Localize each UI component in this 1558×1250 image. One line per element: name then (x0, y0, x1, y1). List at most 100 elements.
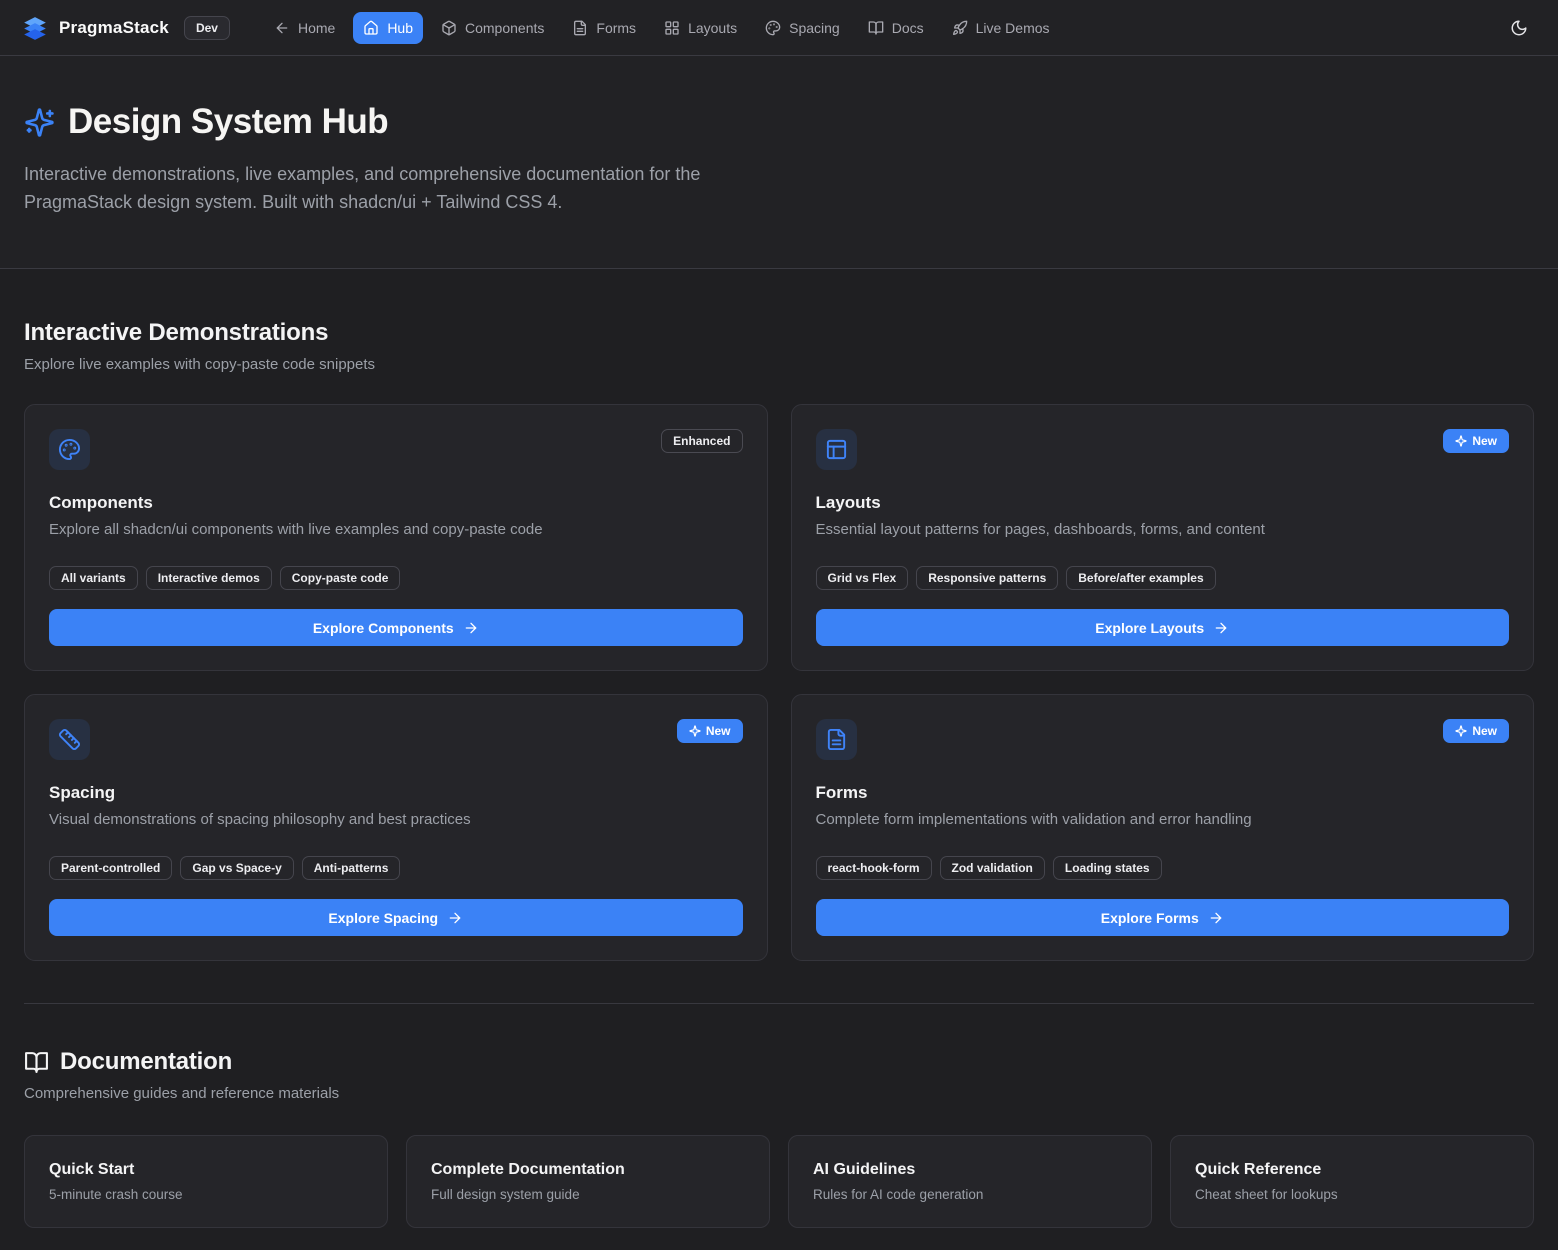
demos-section-head: Interactive Demonstrations Explore live … (24, 269, 1534, 373)
theme-toggle-button[interactable] (1502, 11, 1536, 45)
sparkles-icon (1455, 725, 1467, 737)
doc-card-subtitle: 5-minute crash course (49, 1187, 363, 1202)
nav-item-spacing[interactable]: Spacing (755, 12, 850, 44)
demos-heading: Interactive Demonstrations (24, 319, 328, 347)
doc-card-subtitle: Rules for AI code generation (813, 1187, 1127, 1202)
demo-card-spacing: New Spacing Visual demonstrations of spa… (24, 694, 768, 961)
nav-item-docs[interactable]: Docs (858, 12, 934, 44)
tag: Copy-paste code (280, 566, 401, 590)
sparkles-icon (689, 725, 701, 737)
file-text-icon (572, 20, 588, 36)
tag: Anti-patterns (302, 856, 401, 880)
doc-card-title: Complete Documentation (431, 1161, 745, 1179)
tag: react-hook-form (816, 856, 932, 880)
palette-icon (765, 20, 781, 36)
page-title: Design System Hub (68, 102, 388, 142)
doc-card-subtitle: Full design system guide (431, 1187, 745, 1202)
nav-item-live-demos[interactable]: Live Demos (942, 12, 1060, 44)
rocket-icon (952, 20, 968, 36)
button-label: Explore Spacing (328, 910, 438, 926)
tag: Grid vs Flex (816, 566, 909, 590)
card-title: Forms (816, 783, 1510, 803)
nav-item-components[interactable]: Components (431, 12, 554, 44)
file-text-icon (816, 719, 857, 760)
nav-item-label: Hub (387, 20, 413, 36)
nav-item-home[interactable]: Home (264, 12, 345, 44)
new-badge: New (1443, 719, 1509, 743)
doc-card-title: Quick Start (49, 1161, 363, 1179)
card-description: Complete form implementations with valid… (816, 811, 1510, 828)
sparkles-icon (1455, 435, 1467, 447)
card-title: Spacing (49, 783, 743, 803)
layers-logo-icon (22, 15, 48, 41)
nav-item-label: Docs (892, 20, 924, 36)
card-description: Visual demonstrations of spacing philoso… (49, 811, 743, 828)
badge-label: New (1472, 724, 1497, 738)
arrow-right-icon (1208, 910, 1224, 926)
nav-item-label: Layouts (688, 20, 737, 36)
explore-spacing-button[interactable]: Explore Spacing (49, 899, 743, 936)
arrow-right-icon (1213, 620, 1229, 636)
doc-card-quick-start[interactable]: Quick Start 5-minute crash course (24, 1135, 388, 1228)
arrow-right-icon (463, 620, 479, 636)
hero-section: Design System Hub Interactive demonstrat… (0, 56, 1558, 269)
docs-section-head: Documentation Comprehensive guides and r… (24, 1004, 1534, 1102)
panels-top-left-icon (816, 429, 857, 470)
book-open-icon (868, 20, 884, 36)
demos-subheading: Explore live examples with copy-paste co… (24, 356, 1534, 373)
tag: Responsive patterns (916, 566, 1058, 590)
status-badge: Enhanced (661, 429, 742, 453)
nav-links: Home Hub Components Forms Layouts (264, 12, 1060, 44)
env-badge: Dev (184, 16, 230, 40)
demo-card-layouts: New Layouts Essential layout patterns fo… (791, 404, 1535, 671)
tag: Loading states (1053, 856, 1162, 880)
new-badge: New (1443, 429, 1509, 453)
demo-card-grid: Enhanced Components Explore all shadcn/u… (24, 404, 1534, 961)
explore-forms-button[interactable]: Explore Forms (816, 899, 1510, 936)
docs-subheading: Comprehensive guides and reference mater… (24, 1085, 1534, 1102)
nav-item-layouts[interactable]: Layouts (654, 12, 747, 44)
nav-item-label: Forms (596, 20, 636, 36)
button-label: Explore Components (313, 620, 454, 636)
nav-item-label: Spacing (789, 20, 840, 36)
explore-components-button[interactable]: Explore Components (49, 609, 743, 646)
card-description: Explore all shadcn/ui components with li… (49, 521, 743, 538)
box-icon (441, 20, 457, 36)
doc-card-grid: Quick Start 5-minute crash course Comple… (24, 1135, 1534, 1228)
demo-card-forms: New Forms Complete form implementations … (791, 694, 1535, 961)
doc-card-quick-reference[interactable]: Quick Reference Cheat sheet for lookups (1170, 1135, 1534, 1228)
explore-layouts-button[interactable]: Explore Layouts (816, 609, 1510, 646)
nav-item-hub[interactable]: Hub (353, 12, 423, 44)
doc-card-subtitle: Cheat sheet for lookups (1195, 1187, 1509, 1202)
doc-card-complete-documentation[interactable]: Complete Documentation Full design syste… (406, 1135, 770, 1228)
docs-heading: Documentation (60, 1048, 232, 1076)
doc-card-ai-guidelines[interactable]: AI Guidelines Rules for AI code generati… (788, 1135, 1152, 1228)
nav-item-forms[interactable]: Forms (562, 12, 646, 44)
main-content: Interactive Demonstrations Explore live … (0, 269, 1558, 1250)
sparkles-icon (24, 107, 55, 138)
tag-row: Grid vs Flex Responsive patterns Before/… (816, 566, 1510, 590)
card-title: Components (49, 493, 743, 513)
tag-row: Parent-controlled Gap vs Space-y Anti-pa… (49, 856, 743, 880)
new-badge: New (677, 719, 743, 743)
badge-label: New (706, 724, 731, 738)
tag-row: react-hook-form Zod validation Loading s… (816, 856, 1510, 880)
card-description: Essential layout patterns for pages, das… (816, 521, 1510, 538)
nav-item-label: Live Demos (976, 20, 1050, 36)
arrow-left-icon (274, 20, 290, 36)
tag: Before/after examples (1066, 566, 1215, 590)
top-navbar: PragmaStack Dev Home Hub Components Fo (0, 0, 1558, 56)
palette-icon (49, 429, 90, 470)
badge-label: New (1472, 434, 1497, 448)
nav-item-label: Components (465, 20, 544, 36)
layout-grid-icon (664, 20, 680, 36)
tag: Parent-controlled (49, 856, 172, 880)
brand[interactable]: PragmaStack Dev (22, 15, 230, 41)
doc-card-title: Quick Reference (1195, 1161, 1509, 1179)
ruler-icon (49, 719, 90, 760)
page-subtitle: Interactive demonstrations, live example… (24, 160, 769, 216)
tag-row: All variants Interactive demos Copy-past… (49, 566, 743, 590)
moon-icon (1510, 19, 1528, 37)
book-open-icon (24, 1050, 49, 1075)
arrow-right-icon (447, 910, 463, 926)
